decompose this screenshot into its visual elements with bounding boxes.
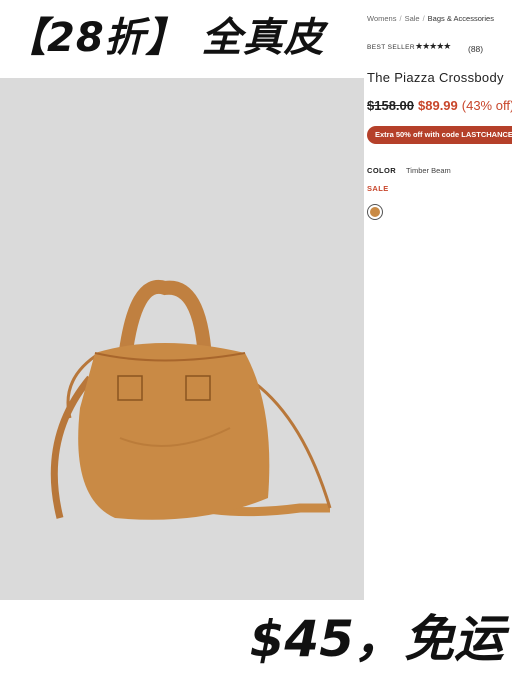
sale-price: $89.99: [418, 98, 458, 113]
price-free-shipping: $45，免运: [249, 610, 504, 668]
color-label: COLOR: [367, 166, 397, 175]
breadcrumb-bags[interactable]: Bags & Accessories: [428, 14, 494, 23]
promo-code-badge: Extra 50% off with code LASTCHANCE: [367, 126, 512, 144]
price-row: $158.00 $89.99 (43% off): [367, 98, 512, 113]
breadcrumb-womens[interactable]: Womens: [367, 14, 396, 23]
color-swatch[interactable]: [367, 204, 383, 220]
breadcrumb: Womens / Sale / Bags & Accessories: [367, 14, 494, 23]
discount-percent: (43% off): [461, 98, 512, 113]
breadcrumb-sale[interactable]: Sale: [405, 14, 420, 23]
original-price: $158.00: [367, 98, 414, 113]
sale-label: SALE: [367, 184, 389, 193]
color-value: Timber Beam: [406, 166, 451, 175]
rating-stars-icon[interactable]: ★★★★★: [415, 42, 451, 52]
review-count[interactable]: (88): [468, 44, 483, 54]
product-info-panel: Womens / Sale / Bags & Accessories BEST SELL…: [364, 0, 512, 232]
crossbody-bag-image: [50, 279, 332, 520]
promo-headline: 【28折】 全真皮: [6, 15, 325, 61]
product-title: The Piazza Crossbody: [367, 70, 504, 85]
best-seller-badge: BEST SELLER: [367, 44, 415, 51]
swatch-fill: [370, 207, 380, 217]
